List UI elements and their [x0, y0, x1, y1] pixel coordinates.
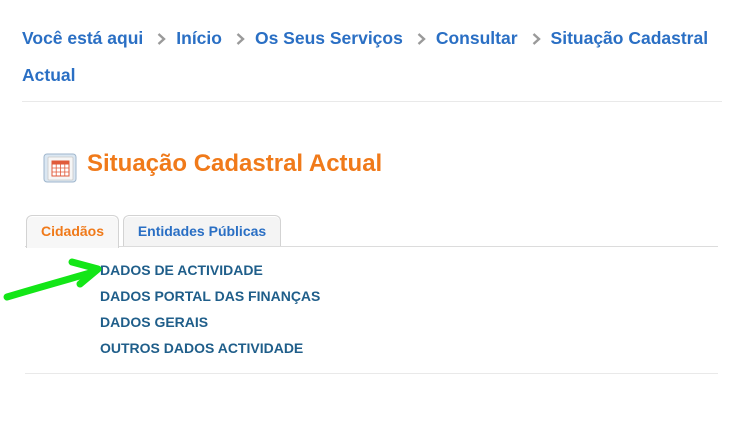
chevron-right-icon: [157, 33, 167, 45]
breadcrumb: Você está aqui Início Os Seus Serviços Cons…: [22, 20, 712, 94]
page-title: Situação Cadastral Actual: [87, 150, 383, 177]
page: Você está aqui Início Os Seus Serviços Cons…: [0, 0, 729, 424]
breadcrumb-services[interactable]: Os Seus Serviços: [255, 28, 403, 48]
breadcrumb-divider: [22, 101, 722, 102]
chevron-right-icon: [417, 33, 426, 45]
content-divider: [25, 373, 718, 374]
breadcrumb-prefix: Você está aqui: [22, 28, 144, 48]
breadcrumb-consult[interactable]: Consultar: [436, 28, 518, 48]
link-outros-dados-actividade[interactable]: OUTROS DADOS ACTIVIDADE: [100, 337, 320, 363]
link-dados-de-actividade[interactable]: DADOS DE ACTIVIDADE: [100, 259, 320, 285]
link-dados-portal-das-financas[interactable]: DADOS PORTAL DAS FINANÇAS: [100, 285, 320, 311]
tabs-baseline: [25, 246, 718, 247]
green-arrow-annotation-icon: [3, 258, 102, 301]
breadcrumb-home[interactable]: Início: [176, 28, 222, 48]
tab-cidadaos[interactable]: Cidadãos: [26, 215, 119, 248]
services-link-list: DADOS DE ACTIVIDADE DADOS PORTAL DAS FIN…: [100, 259, 320, 363]
tab-entidades-publicas[interactable]: Entidades Públicas: [123, 215, 281, 247]
link-dados-gerais[interactable]: DADOS GERAIS: [100, 311, 320, 337]
calendar-table-icon: [43, 153, 77, 183]
chevron-right-icon: [236, 33, 245, 45]
chevron-right-icon: [532, 33, 541, 45]
